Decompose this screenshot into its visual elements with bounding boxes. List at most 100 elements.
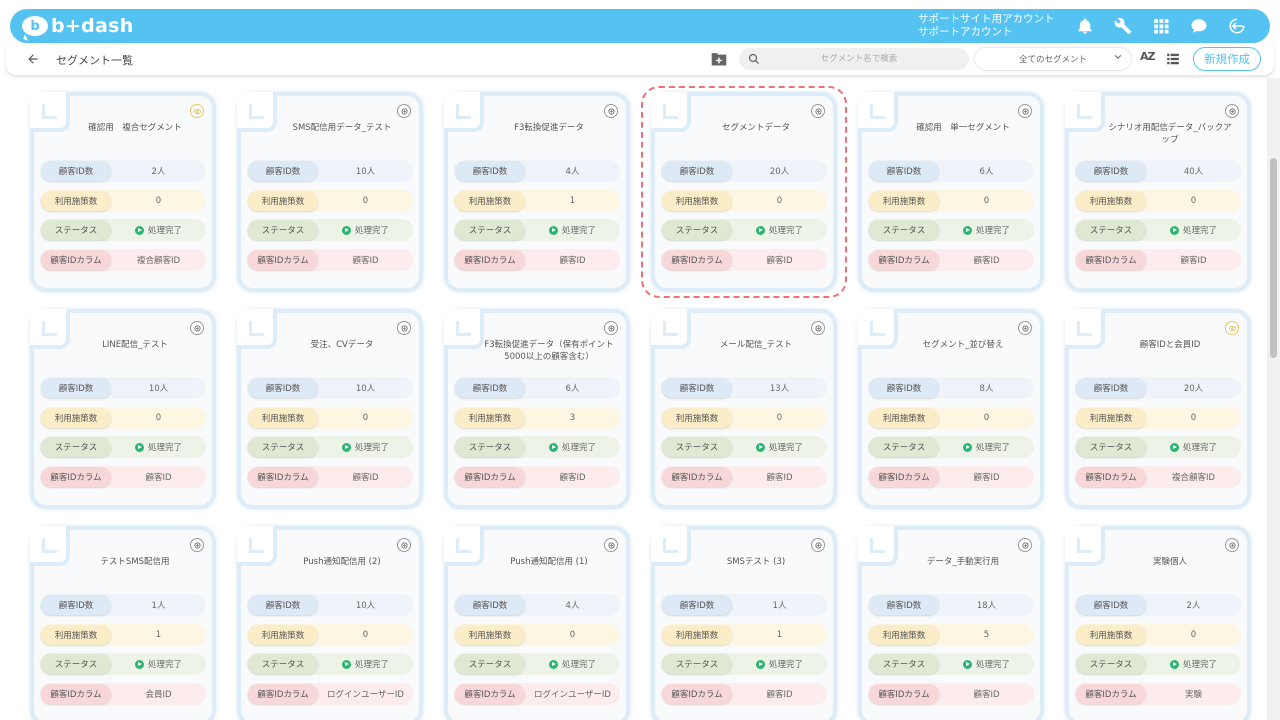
status-row: ステータス 処理完了 bbox=[661, 436, 827, 459]
row-label: 顧客IDカラム bbox=[662, 467, 732, 488]
segment-card[interactable]: LINE配信_テスト 顧客ID数 10人 利用施策数 0 ステータス 処理完了 bbox=[30, 309, 216, 509]
segment-card[interactable]: 顧客IDと会員ID 顧客ID数 20人 利用施策数 0 ステータス 処理完了 顧… bbox=[1065, 309, 1251, 509]
customer-id-column-row: 顧客IDカラム 実験 bbox=[1075, 683, 1241, 706]
card-title: SMSテスト (3) bbox=[726, 557, 786, 567]
status-text: 処理完了 bbox=[1182, 660, 1217, 671]
status-value: 処理完了 bbox=[318, 224, 413, 236]
segment-card[interactable]: SMSテスト (3) 顧客ID数 1人 利用施策数 1 ステータス 処理完了 顧… bbox=[651, 526, 837, 720]
row-label: 顧客IDカラム bbox=[869, 250, 939, 271]
row-value: 0 bbox=[776, 195, 783, 206]
row-label: 顧客ID数 bbox=[1076, 161, 1146, 181]
segment-card[interactable]: 受注、CVデータ 顧客ID数 10人 利用施策数 0 ステータス 処理完了 顧客… bbox=[237, 309, 423, 509]
status-row: ステータス 処理完了 bbox=[454, 219, 620, 242]
single-segment-icon bbox=[811, 538, 825, 552]
usage-count-row: 利用施策数 0 bbox=[661, 406, 827, 429]
segment-card[interactable]: SMS配信用データ_テスト 顧客ID数 10人 利用施策数 0 ステータス 処理… bbox=[237, 92, 423, 292]
status-text: 処理完了 bbox=[354, 660, 389, 671]
segment-card[interactable]: メール配信_テスト 顧客ID数 13人 利用施策数 0 ステータス 処理完了 顧… bbox=[651, 309, 837, 509]
card-corner-fold bbox=[30, 309, 70, 349]
segment-card[interactable]: 実験個人 顧客ID数 2人 利用施策数 0 ステータス 処理完了 顧客IDカラム… bbox=[1065, 526, 1251, 720]
play-circle-icon bbox=[134, 225, 144, 235]
row-label: 利用施策数 bbox=[1076, 624, 1146, 645]
single-segment-icon bbox=[811, 321, 825, 335]
row-value: 10人 bbox=[355, 601, 376, 611]
status-text: 処理完了 bbox=[975, 226, 1010, 237]
card-corner-fold bbox=[444, 92, 484, 132]
status-text: 処理完了 bbox=[768, 226, 803, 237]
row-label: ステータス bbox=[41, 437, 111, 458]
status-text: 処理完了 bbox=[561, 660, 596, 671]
scrollbar-thumb[interactable] bbox=[1270, 158, 1277, 358]
row-label: 顧客ID数 bbox=[41, 378, 111, 398]
row-label: 利用施策数 bbox=[455, 407, 525, 428]
row-label: 顧客ID数 bbox=[41, 161, 111, 181]
segment-card[interactable]: シナリオ用配信データ_バックアップ 顧客ID数 40人 利用施策数 0 ステータ… bbox=[1065, 92, 1251, 292]
status-row: ステータス 処理完了 bbox=[1075, 219, 1241, 242]
card-title: SMS配信用データ_テスト bbox=[292, 123, 392, 133]
row-label: ステータス bbox=[455, 654, 525, 675]
row-value: 20人 bbox=[1183, 384, 1204, 394]
customer-id-count-row: 顧客ID数 13人 bbox=[661, 377, 827, 399]
scrollbar[interactable] bbox=[1267, 78, 1280, 720]
play-circle-icon bbox=[755, 659, 765, 669]
segment-card[interactable]: Push通知配信用 (2) 顧客ID数 10人 利用施策数 0 ステータス 処理… bbox=[237, 526, 423, 720]
segment-card[interactable]: セグメント_並び替え 顧客ID数 8人 利用施策数 0 ステータス 処理完了 顧… bbox=[858, 309, 1044, 509]
card-title: シナリオ用配信データ_バックアップ bbox=[1108, 123, 1232, 145]
customer-id-count-row: 顧客ID数 6人 bbox=[868, 160, 1034, 182]
card-title: 顧客IDと会員ID bbox=[1139, 340, 1201, 350]
row-value: 4人 bbox=[565, 601, 580, 611]
row-label: 顧客IDカラム bbox=[455, 250, 525, 271]
segment-card[interactable]: Push通知配信用 (1) 顧客ID数 4人 利用施策数 0 ステータス 処理完… bbox=[444, 526, 630, 720]
segment-card[interactable]: 確認用 複合セグメント 顧客ID数 2人 利用施策数 0 ステータス 処理完了 bbox=[30, 92, 216, 292]
card-title: 確認用 複合セグメント bbox=[88, 123, 182, 133]
row-label: 利用施策数 bbox=[41, 190, 111, 211]
card-title: F3転換促進データ bbox=[514, 123, 584, 133]
row-label: ステータス bbox=[662, 437, 732, 458]
row-value: 3 bbox=[569, 412, 576, 423]
single-segment-icon bbox=[604, 104, 618, 118]
segment-card[interactable]: セグメントデータ 顧客ID数 20人 利用施策数 0 ステータス 処理完了 顧客… bbox=[641, 86, 847, 298]
row-label: 顧客ID数 bbox=[248, 378, 318, 398]
segment-card[interactable]: データ_手動実行用 顧客ID数 18人 利用施策数 5 ステータス 処理完了 顧… bbox=[858, 526, 1044, 720]
play-circle-icon bbox=[1169, 442, 1179, 452]
row-value: 0 bbox=[155, 412, 162, 423]
status-value: 処理完了 bbox=[939, 224, 1034, 236]
card-corner-fold bbox=[30, 92, 70, 132]
row-value: ログインユーザーID bbox=[534, 690, 611, 701]
segment-card[interactable]: 確認用 単一セグメント 顧客ID数 6人 利用施策数 0 ステータス 処理完了 bbox=[858, 92, 1044, 292]
single-segment-icon bbox=[1225, 104, 1239, 118]
customer-id-count-row: 顧客ID数 4人 bbox=[454, 160, 620, 182]
segment-card[interactable]: テストSMS配信用 顧客ID数 1人 利用施策数 1 ステータス 処理完了 顧客… bbox=[30, 526, 216, 720]
segment-card[interactable]: F3転換促進データ 顧客ID数 4人 利用施策数 1 ステータス 処理完了 顧客… bbox=[444, 92, 630, 292]
status-value: 処理完了 bbox=[318, 658, 413, 670]
usage-count-row: 利用施策数 0 bbox=[868, 406, 1034, 429]
single-segment-icon bbox=[811, 104, 825, 118]
usage-count-row: 利用施策数 0 bbox=[40, 189, 206, 212]
single-segment-icon bbox=[1018, 538, 1032, 552]
usage-count-row: 利用施策数 1 bbox=[40, 623, 206, 646]
status-value: 処理完了 bbox=[318, 441, 413, 453]
row-value: 8人 bbox=[979, 384, 994, 394]
status-value: 処理完了 bbox=[939, 658, 1034, 670]
card-corner-fold bbox=[651, 92, 691, 132]
row-value: 複合顧客ID bbox=[136, 256, 181, 267]
row-label: ステータス bbox=[1076, 437, 1146, 458]
card-title: テストSMS配信用 bbox=[100, 557, 170, 567]
usage-count-row: 利用施策数 0 bbox=[454, 623, 620, 646]
segment-card[interactable]: F3転換促進データ（保有ポイント5000以上の顧客含む） 顧客ID数 6人 利用… bbox=[444, 309, 630, 509]
row-label: 顧客IDカラム bbox=[248, 250, 318, 271]
row-label: ステータス bbox=[41, 220, 111, 241]
row-label: 利用施策数 bbox=[455, 624, 525, 645]
usage-count-row: 利用施策数 5 bbox=[868, 623, 1034, 646]
row-label: ステータス bbox=[248, 437, 318, 458]
row-label: 利用施策数 bbox=[869, 190, 939, 211]
row-label: 顧客ID数 bbox=[455, 161, 525, 181]
row-label: ステータス bbox=[662, 654, 732, 675]
customer-id-column-row: 顧客IDカラム 顧客ID bbox=[868, 466, 1034, 489]
row-label: 顧客ID数 bbox=[248, 595, 318, 615]
row-label: 顧客IDカラム bbox=[248, 684, 318, 705]
card-corner-fold bbox=[858, 309, 898, 349]
row-label: 顧客ID数 bbox=[869, 161, 939, 181]
card-title: Push通知配信用 (1) bbox=[510, 557, 588, 567]
card-title: 受注、CVデータ bbox=[310, 340, 374, 350]
